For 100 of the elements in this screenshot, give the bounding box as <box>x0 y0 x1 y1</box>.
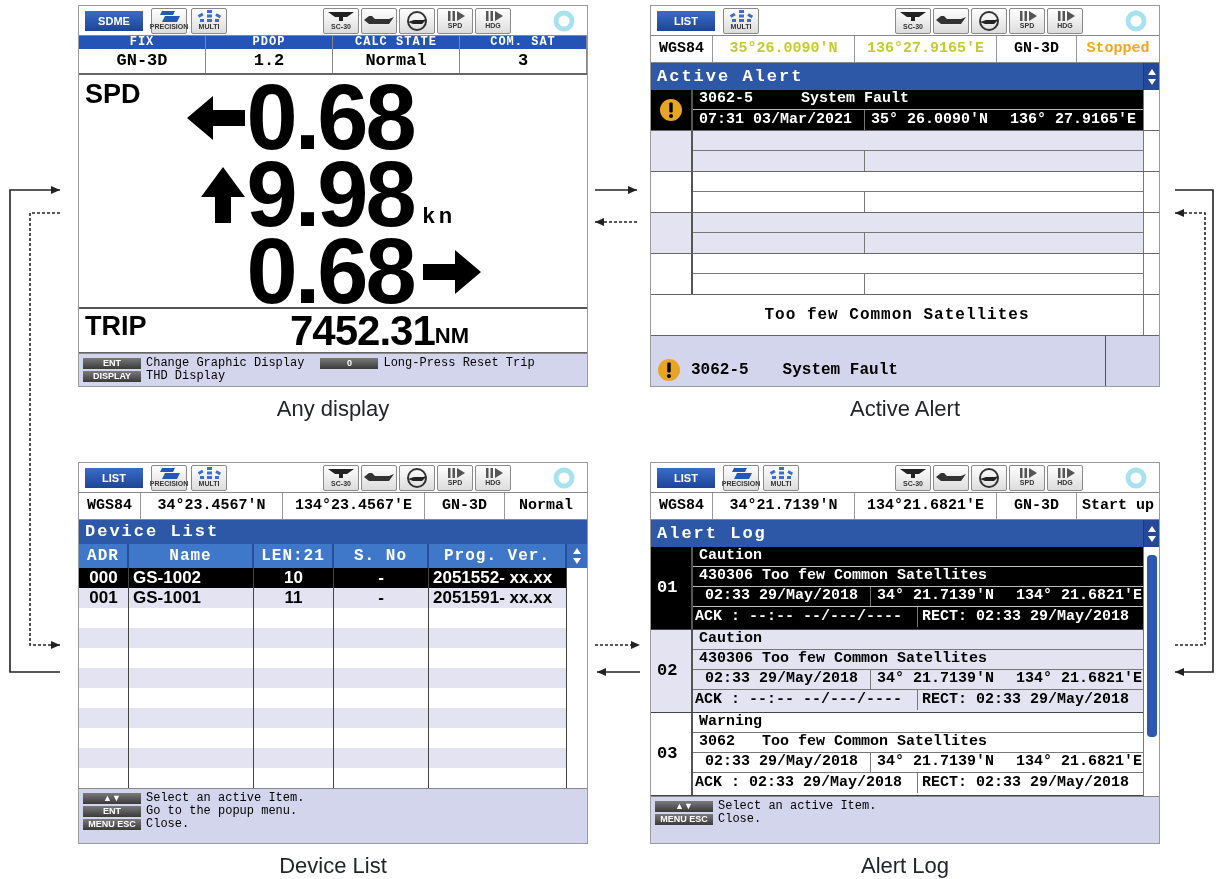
key-label: MENU ESC <box>83 818 141 830</box>
table-cell: 001 <box>79 588 129 608</box>
alert-level: Caution <box>699 546 762 567</box>
key-hint: THD Display <box>146 370 226 382</box>
key-label: DISPLAY <box>83 370 141 382</box>
key-hint: Close. <box>718 813 762 825</box>
status-field: 34°23.4567'N <box>141 493 283 519</box>
alert-time: 02:33 29/May/2018 <box>705 586 859 607</box>
field-value: 3 <box>517 51 529 70</box>
ack-time: ACK : --:-- --/---/---- <box>695 689 903 710</box>
key-label: MENU ESC <box>655 813 713 825</box>
rect-time: RECT: 02:33 29/May/2018 <box>922 772 1130 793</box>
entry-number: 01 <box>657 577 678 600</box>
alert-message: Too few Common Satellites <box>762 732 988 753</box>
ring-icon <box>1125 9 1147 32</box>
longitude: 136° 27.9165'E <box>1010 109 1137 130</box>
up-arrow-icon <box>200 166 245 223</box>
key-hint: Close. <box>146 818 190 830</box>
ring-icon <box>1125 466 1147 489</box>
status-field: Start up <box>1077 493 1159 519</box>
field-value: 1.2 <box>253 51 285 70</box>
alert-title: System Fault <box>801 89 910 110</box>
speed-reading: 9.98 <box>246 156 415 233</box>
status-field: GN-3D <box>997 493 1077 519</box>
status-field: WGS84 <box>651 493 713 519</box>
alert-message: Too few Common Satellites <box>762 566 988 587</box>
status-field: 35°26.0090'N <box>713 36 855 62</box>
status-field: 134°23.4567'E <box>283 493 425 519</box>
trip-label: TRIP <box>85 310 147 343</box>
alert-row[interactable]: 3062-5 System Fault 07:31 03/Mar/2021 35° 26.0090'N 136° 27.9165'E <box>651 90 1143 130</box>
rect-time: RECT: 02:33 29/May/2018 <box>922 689 1130 710</box>
rect-time: RECT: 02:33 29/May/2018 <box>922 606 1130 627</box>
key-hint: Change Graphic Display <box>146 357 305 369</box>
column-heading: CALC STATE <box>333 36 459 49</box>
status-field: 136°27.9165'E <box>855 36 997 62</box>
status-field: WGS84 <box>79 493 141 519</box>
speed-label: SPD <box>85 79 141 109</box>
left-arrow-icon <box>186 95 245 140</box>
alert-message: Too few Common Satellites <box>762 649 988 670</box>
longitude: 134° 21.6821'E <box>1016 669 1143 690</box>
table-cell: GS-1001 <box>129 588 254 608</box>
screen-title: Device List <box>85 521 220 544</box>
alert-level: Warning <box>699 712 762 733</box>
alert-message: Too few Common Satellites <box>764 305 1030 326</box>
screen-caption: Any display <box>276 396 390 421</box>
status-field: WGS84 <box>651 36 713 62</box>
ack-time: ACK : --:-- --/---/---- <box>695 606 903 627</box>
column-heading: COM. SAT <box>460 36 586 49</box>
status-field: 34°21.7139'N <box>713 493 855 519</box>
key-label: 0 <box>320 357 379 369</box>
distance-unit: NM <box>434 323 469 349</box>
warning-icon <box>657 358 681 382</box>
connector-arrow <box>594 186 638 194</box>
alert-code: 3062-5 <box>691 360 749 381</box>
log-entry[interactable]: 01 Caution 430306 Too few Common Satellites 02:33 29/May/2018 34° 21.7139'N 134° 21.6821'E ACK : --:-- --/---/---- RECT: 02:33 29/May/2018 <box>651 547 1143 630</box>
scrollbar[interactable] <box>1147 555 1157 737</box>
alert-time: 07:31 03/Mar/2021 <box>699 109 853 130</box>
longitude: 134° 21.6821'E <box>1016 752 1143 773</box>
speed-unit: kn <box>422 205 457 227</box>
latitude: 34° 21.7139'N <box>877 586 995 607</box>
entry-number: 03 <box>657 743 678 766</box>
warning-icon <box>659 98 683 122</box>
ring-icon <box>553 466 575 489</box>
status-field: Stopped <box>1077 36 1159 62</box>
alert-time: 02:33 29/May/2018 <box>705 752 859 773</box>
status-field: 134°21.6821'E <box>855 493 997 519</box>
latitude: 34° 21.7139'N <box>877 752 995 773</box>
alert-code: 430306 <box>699 566 754 587</box>
field-value: GN-3D <box>116 51 168 70</box>
column-heading: FIX <box>79 36 205 49</box>
entry-number: 02 <box>657 660 678 683</box>
table-cell: - <box>334 588 429 608</box>
status-field: GN-3D <box>997 36 1077 62</box>
key-hint: Long-Press Reset Trip <box>383 357 535 369</box>
column-heading: PDOP <box>206 36 332 49</box>
alert-code: 3062 <box>699 732 736 753</box>
field-value: Normal <box>365 51 427 70</box>
latitude: 34° 21.7139'N <box>877 669 995 690</box>
ring-icon <box>553 9 575 32</box>
status-field: Normal <box>505 493 587 519</box>
speed-reading: 0.68 <box>246 79 415 156</box>
screen-title: Active Alert <box>657 65 804 88</box>
key-hint: Go to the popup menu. <box>146 805 298 817</box>
device-row[interactable]: 001 GS-1001 11 - 2051591- xx.xx <box>79 588 587 608</box>
alert-level: Caution <box>699 629 762 650</box>
speed-reading: 0.68 <box>246 233 414 310</box>
alert-time: 02:33 29/May/2018 <box>705 669 859 690</box>
alert-code: 430306 <box>699 649 754 670</box>
trip-distance: 7452.31 <box>289 309 435 353</box>
screen-caption: Active Alert <box>849 396 960 421</box>
alert-code: 3062-5 <box>699 89 753 110</box>
device-row[interactable]: 000 GS-1002 10 - 2051552- xx.xx <box>79 568 587 588</box>
alert-title: System Fault <box>782 360 898 381</box>
key-label: ENT <box>83 357 141 369</box>
screen-caption: Device List <box>279 853 387 878</box>
key-label: ▲▼ <box>655 800 713 812</box>
connector-arrow <box>596 668 641 676</box>
screen-title: Alert Log <box>657 522 767 545</box>
key-label: ▲▼ <box>83 792 141 804</box>
log-entry[interactable]: 02 Caution 430306 Too few Common Satellites 02:33 29/May/2018 34° 21.7139'N 134° 21.6821'E ACK : --:-- --/---/---- RECT: 02:33 29/May/2018 <box>651 630 1143 713</box>
